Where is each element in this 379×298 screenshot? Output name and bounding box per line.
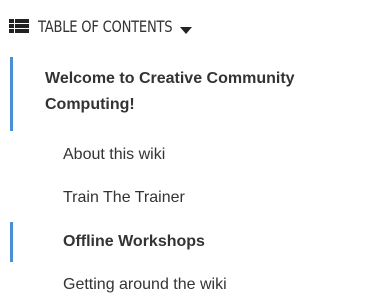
toc-item-getting-around[interactable]: Getting around the wiki xyxy=(63,276,227,294)
active-indicator-level2 xyxy=(10,222,13,262)
caret-down-icon xyxy=(180,22,193,34)
toc-title: TABLE OF CONTENTS xyxy=(38,16,173,36)
toc-item-welcome[interactable]: Welcome to Creative Community Computing! xyxy=(45,66,375,118)
active-indicator-level1 xyxy=(10,57,13,131)
toc-item-offline-workshops[interactable]: Offline Workshops xyxy=(63,233,205,251)
list-icon xyxy=(9,19,29,33)
table-of-contents: TABLE OF CONTENTS Welcome to Creative Co… xyxy=(0,0,379,298)
toc-toggle-button[interactable]: TABLE OF CONTENTS xyxy=(9,12,193,40)
toc-item-about-this-wiki[interactable]: About this wiki xyxy=(63,146,165,164)
toc-item-train-the-trainer[interactable]: Train The Trainer xyxy=(63,189,185,207)
